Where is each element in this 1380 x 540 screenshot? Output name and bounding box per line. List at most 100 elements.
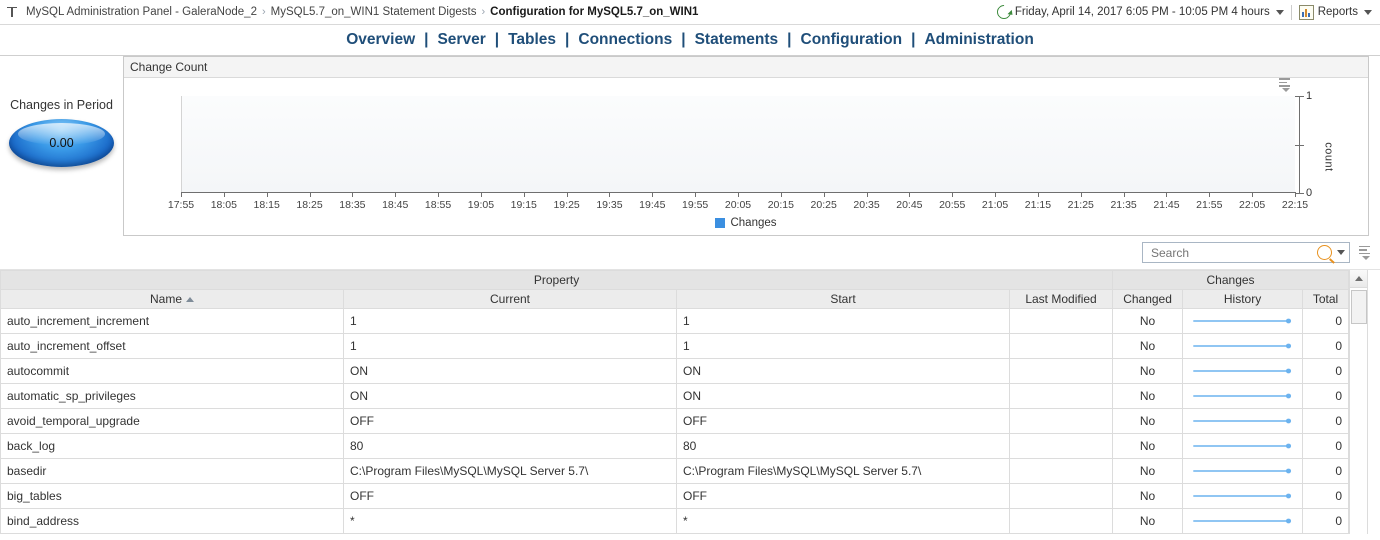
table-row[interactable]: big_tables OFF OFF No 0 [0,483,1350,509]
chart-x-tick-label: 19:05 [467,199,495,211]
reports-label: Reports [1317,6,1358,18]
table-row[interactable]: back_log 80 80 No 0 [0,433,1350,459]
chart-x-tick-label: 19:15 [510,199,537,211]
breadcrumb-item-digests[interactable]: MySQL5.7_on_WIN1 Statement Digests [271,6,477,18]
column-header-start[interactable]: Start [676,289,1010,309]
reports-menu[interactable]: Reports [1298,4,1372,20]
cell-start: 1 [676,308,1010,334]
main-navigation: Overview | Server | Tables | Connections | State… [0,25,1380,56]
chart-x-axis: 17:55 18:05 18:15 18:25 18:35 18:45 18:55 19:05… [168,192,1308,211]
legend-label-changes: Changes [730,217,777,229]
breadcrumb: MySQL Administration Panel - GaleraNode_… [6,6,997,19]
cell-changed: No [1112,308,1184,334]
changes-in-period-gauge[interactable]: 0.00 [9,119,114,167]
chart-x-tick-label: 22:15 [1281,199,1309,211]
chart-x-tick [609,192,611,197]
table-group-header-row: Property Changes [0,270,1350,290]
change-count-chart-panel: Change Count 01 count 17:55 18:05 18:15 18:… [123,56,1369,236]
column-header-total[interactable]: Total [1302,289,1350,309]
chart-x-tick-label: 19:25 [553,199,580,211]
nav-link-tables[interactable]: Tables [499,31,565,49]
nav-link-configuration[interactable]: Configuration [792,31,912,49]
nav-link-overview[interactable]: Overview [337,31,424,49]
chevron-down-icon [1275,9,1284,15]
table-row[interactable]: automatic_sp_privileges ON ON No 0 [0,383,1350,409]
table-row[interactable]: autocommit ON ON No 0 [0,358,1350,384]
time-range-selector[interactable]: Friday, April 14, 2017 6:05 PM - 10:05 P… [993,2,1284,22]
chart-x-tick [395,192,397,197]
table-vertical-scrollbar[interactable] [1349,270,1369,534]
cell-last-modified [1008,458,1114,484]
chart-x-tick-label: 21:25 [1067,199,1094,211]
column-header-name[interactable]: Name [0,289,344,309]
chart-x-tick-label: 21:05 [981,199,1009,211]
legend-swatch-changes [715,218,726,228]
cell-changed: No [1112,408,1184,434]
chart-x-tick-label: 21:45 [1153,199,1180,211]
chart-x-tick [566,192,568,197]
chart-x-tick-label: 19:35 [596,199,623,211]
chart-x-tick [266,192,268,197]
table-row[interactable]: auto_increment_increment 1 1 No 0 [0,308,1350,334]
chevron-down-icon [1364,9,1372,15]
search-input[interactable] [1149,244,1317,261]
chart-x-tick [480,192,482,197]
chart-x-tick-label: 20:25 [810,199,837,211]
chart-y-tick-label: 0 [1306,187,1313,199]
cell-total: 0 [1302,483,1350,509]
cell-changed: No [1112,433,1184,459]
cell-last-modified [1008,358,1114,384]
nav-link-server[interactable]: Server [428,31,494,49]
search-icon[interactable] [1317,245,1332,260]
group-header-changes: Changes [1112,270,1350,290]
chart-x-tick-label: 18:25 [296,199,323,211]
cell-last-modified [1008,308,1114,334]
cell-current: C:\Program Files\MySQL\MySQL Server 5.7\ [343,458,677,484]
cell-name: auto_increment_offset [0,333,344,359]
clock-refresh-icon [993,2,1014,22]
table-row[interactable]: auto_increment_offset 1 1 No 0 [0,333,1350,359]
chart-x-tick-label: 21:15 [1024,199,1052,211]
chart-x-tick [1166,192,1168,197]
nav-link-connections[interactable]: Connections [569,31,681,49]
column-header-current[interactable]: Current [343,289,677,309]
cell-total: 0 [1302,458,1350,484]
chart-x-tick [1252,192,1254,197]
cell-total: 0 [1302,358,1350,384]
cell-start: 1 [676,333,1010,359]
chart-x-tick-label: 20:55 [939,199,966,211]
chart-menu-icon[interactable] [1279,78,1292,92]
cell-changed: No [1112,333,1184,359]
column-header-last-modified[interactable]: Last Modified [1008,289,1114,309]
chart-x-tick-label: 18:45 [382,199,409,211]
chart-legend: Changes [124,217,1368,229]
cell-changed: No [1112,458,1184,484]
chart-x-tick [780,192,782,197]
chart-x-tick-label: 18:35 [339,199,366,211]
chart-x-tick [438,192,440,197]
column-header-history[interactable]: History [1182,289,1304,309]
configuration-table: Property Changes Name Current Start Last… [0,270,1350,534]
search-box[interactable] [1142,242,1350,263]
chart-x-tick-label: 19:45 [639,199,666,211]
chart-x-tick [952,192,954,197]
cell-history-sparkline [1182,308,1304,334]
breadcrumb-separator: › [481,6,486,18]
cell-total: 0 [1302,433,1350,459]
chart-x-tick-label: 17:55 [167,199,195,211]
grid-menu-icon[interactable] [1359,245,1372,260]
chevron-down-icon[interactable] [1337,250,1345,255]
scrollbar-thumb[interactable] [1350,290,1367,324]
table-row[interactable]: basedir C:\Program Files\MySQL\MySQL Serv… [0,458,1350,484]
scroll-up-arrow-icon[interactable] [1350,270,1368,288]
breadcrumb-item-root[interactable]: MySQL Administration Panel - GaleraNode_… [26,6,257,18]
time-range-label: Friday, April 14, 2017 6:05 PM - 10:05 P… [1014,6,1270,18]
table-row[interactable]: bind_address * * No 0 [0,508,1350,534]
cell-start: C:\Program Files\MySQL\MySQL Server 5.7\ [676,458,1010,484]
table-row[interactable]: avoid_temporal_upgrade OFF OFF No 0 [0,408,1350,434]
nav-link-administration[interactable]: Administration [915,31,1042,49]
cell-history-sparkline [1182,333,1304,359]
column-header-changed[interactable]: Changed [1112,289,1184,309]
chart-x-tick-label: 20:35 [853,199,880,211]
nav-link-statements[interactable]: Statements [686,31,788,49]
